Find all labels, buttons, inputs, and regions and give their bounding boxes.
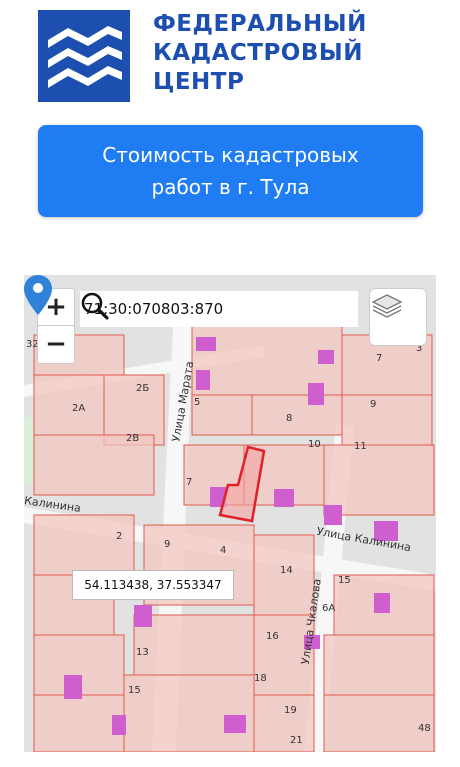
parcel-label: 7 <box>186 477 193 488</box>
parcel-label: 13 <box>136 647 149 658</box>
cadastral-cost-button[interactable]: Стоимость кадастровых работ в г. Тула <box>38 125 423 217</box>
brand-line-1: ФЕДЕРАЛЬНЫЙ <box>153 11 367 37</box>
parcel-label: 2А <box>72 403 86 414</box>
layers-button[interactable] <box>369 288 427 346</box>
layers-icon <box>371 294 403 318</box>
parcel-label: 2Б <box>136 383 150 394</box>
parcel-label: 7 <box>376 353 383 364</box>
parcel-label: 19 <box>284 705 297 716</box>
cta-line-2: работ в г. Тула <box>151 175 310 199</box>
parcel-label: 9 <box>370 399 377 410</box>
parcel-label: 14 <box>280 565 293 576</box>
search-input[interactable]: 71:30:070803:870 <box>80 300 322 318</box>
parcel-label: 8 <box>286 413 293 424</box>
parcel-label: 48 <box>418 723 431 734</box>
search-icon[interactable] <box>81 291 358 327</box>
parcel-label: 18 <box>254 673 267 684</box>
cadastral-search[interactable]: 71:30:070803:870 <box>80 291 358 327</box>
brand-name: ФЕДЕРАЛЬНЫЙ КАДАСТРОВЫЙ ЦЕНТР <box>153 10 453 97</box>
parcel-label: 21 <box>290 735 303 746</box>
parcel-label: 15 <box>128 685 141 696</box>
coordinates-popup: 54.113438, 37.553347 <box>72 570 234 600</box>
parcel-label: 15 <box>338 575 351 586</box>
parcel-label: 4 <box>220 545 227 556</box>
parcel-label: 16 <box>266 631 279 642</box>
brand-line-2: КАДАСТРОВЫЙ <box>153 40 363 66</box>
map-canvas <box>24 275 436 752</box>
logo-icon <box>38 10 130 102</box>
parcel-label: 6А <box>322 603 336 614</box>
parcel-label: 2 <box>116 531 123 542</box>
parcel-label: 5 <box>194 397 201 408</box>
parcel-label: 10 <box>308 439 321 450</box>
parcel-label: 11 <box>354 441 367 452</box>
zoom-out-button[interactable]: − <box>38 326 74 362</box>
cta-line-1: Стоимость кадастровых <box>102 143 359 167</box>
parcel-label: 2В <box>126 433 140 444</box>
cadastral-map[interactable]: Улица Марата Улица Калинина Калинина Ули… <box>24 275 436 752</box>
parcel-label: 9 <box>164 539 171 550</box>
map-pin-icon[interactable] <box>24 275 52 315</box>
brand-line-3: ЦЕНТР <box>153 69 245 95</box>
